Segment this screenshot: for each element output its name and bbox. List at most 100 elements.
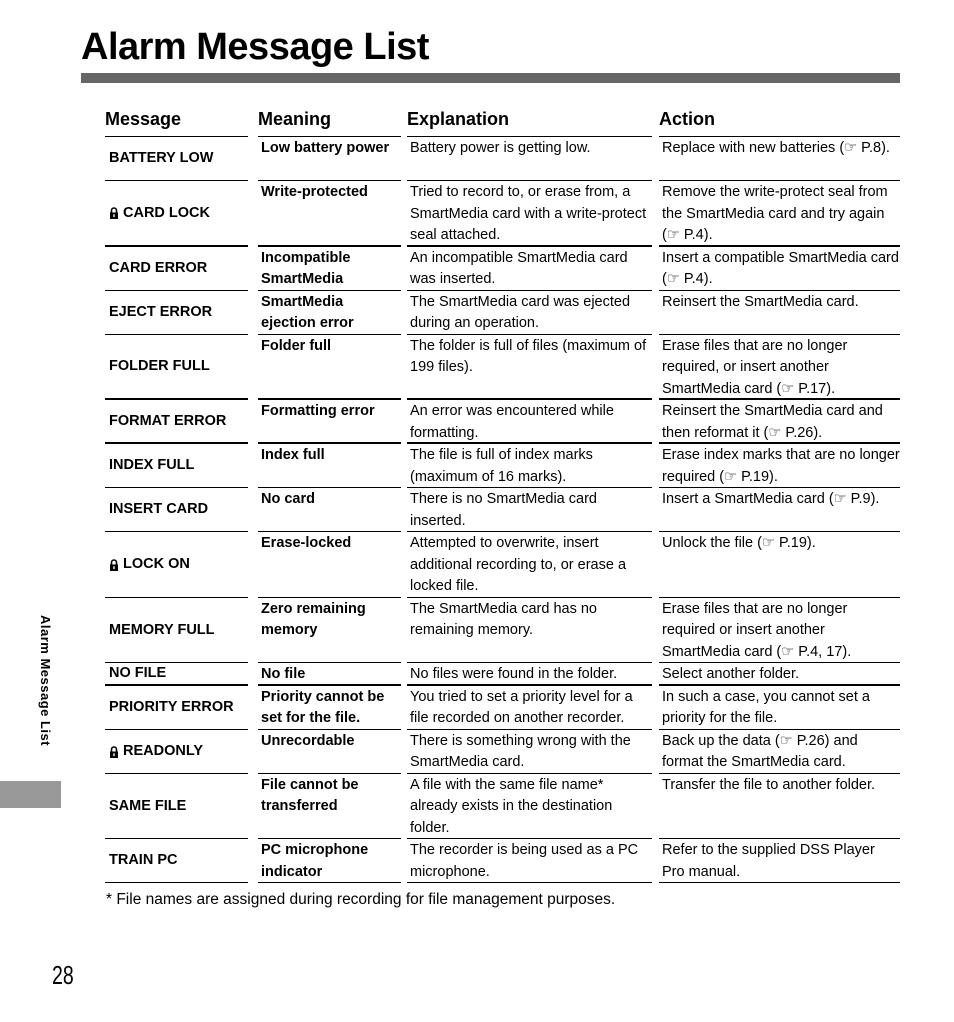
side-tab-marker: [0, 781, 61, 808]
message-cell: PRIORITY ERROR: [105, 686, 248, 730]
table-row: READONLY Unrecordable There is something w…: [105, 730, 900, 774]
message-cell: FOLDER FULL: [105, 335, 248, 400]
meaning-cell: Write-protected: [258, 181, 401, 247]
action-cell: Insert a SmartMedia card (☞ P.9).: [659, 488, 900, 532]
message-code: TRAIN PC: [109, 852, 178, 869]
message-cell: EJECT ERROR: [105, 291, 248, 335]
action-cell: Remove the write-protect seal from the S…: [659, 181, 900, 247]
message-code: INSERT CARD: [109, 501, 209, 518]
explanation-cell: The SmartMedia card was ejected during a…: [407, 291, 652, 335]
meaning-cell: PC microphone indicator: [258, 839, 401, 883]
meaning-cell: No card: [258, 488, 401, 532]
meaning-cell: Zero remaining memory: [258, 598, 401, 663]
table-row: FOLDER FULL Folder full The folder is full…: [105, 335, 900, 400]
table-body: BATTERY LOW Low battery power Battery powe…: [105, 137, 900, 883]
message-code: NO FILE: [109, 665, 167, 681]
explanation-cell: The folder is full of files (maximum of …: [407, 335, 652, 400]
meaning-cell: Unrecordable: [258, 730, 401, 774]
message-code: INDEX FULL: [109, 457, 195, 474]
message-code: MEMORY FULL: [109, 621, 215, 638]
side-tab-label: Alarm Message List: [38, 615, 53, 747]
table-row: PRIORITY ERROR Priority cannot be set for…: [105, 686, 900, 730]
lock-icon: [110, 558, 118, 571]
header-explanation: Explanation: [407, 106, 652, 137]
message-cell: TRAIN PC: [105, 839, 248, 883]
table-header: Message Meaning Explanation Action: [105, 106, 900, 137]
table-row: INSERT CARD No card There is no SmartMedia…: [105, 488, 900, 532]
lock-icon: [110, 745, 118, 758]
explanation-cell: The file is full of index marks (maximum…: [407, 444, 652, 488]
explanation-cell: The recorder is being used as a PC micro…: [407, 839, 652, 883]
header-meaning: Meaning: [258, 106, 401, 137]
page-title: Alarm Message List: [81, 26, 429, 68]
explanation-cell: No files were found in the folder.: [407, 663, 652, 686]
explanation-cell: An error was encountered while formattin…: [407, 400, 652, 444]
table-row: SAME FILE File cannot be transferred A fil…: [105, 774, 900, 839]
table-row: CARD ERROR Incompatible SmartMedia An inco…: [105, 247, 900, 291]
message-code: FORMAT ERROR: [109, 412, 227, 429]
table-row: FORMAT ERROR Formatting error An error was…: [105, 400, 900, 444]
message-cell: INDEX FULL: [105, 444, 248, 488]
message-cell: NO FILE: [105, 663, 248, 686]
table-row: MEMORY FULL Zero remaining memory The Smar…: [105, 598, 900, 663]
page-number: 28: [52, 960, 74, 990]
action-cell: Refer to the supplied DSS Player Pro man…: [659, 839, 900, 883]
message-code: BATTERY LOW: [109, 150, 214, 167]
explanation-cell: An incompatible SmartMedia card was inse…: [407, 247, 652, 291]
table-row: BATTERY LOW Low battery power Battery powe…: [105, 137, 900, 181]
message-cell: SAME FILE: [105, 774, 248, 839]
message-code: CARD ERROR: [109, 259, 208, 276]
action-cell: Erase files that are no longer required …: [659, 598, 900, 663]
explanation-cell: You tried to set a priority level for a …: [407, 686, 652, 730]
action-cell: Replace with new batteries (☞ P.8).: [659, 137, 900, 181]
table-row: TRAIN PC PC microphone indicator The recor…: [105, 839, 900, 883]
message-cell: READONLY: [105, 730, 248, 774]
message-cell: CARD ERROR: [105, 247, 248, 291]
message-cell: MEMORY FULL: [105, 598, 248, 663]
action-cell: Back up the data (☞ P.26) and format the…: [659, 730, 900, 774]
meaning-cell: Priority cannot be set for the file.: [258, 686, 401, 730]
explanation-cell: There is something wrong with the SmartM…: [407, 730, 652, 774]
message-cell: LOCK ON: [105, 532, 248, 598]
meaning-cell: Folder full: [258, 335, 401, 400]
table-row: CARD LOCK Write-protected Tried to record …: [105, 181, 900, 247]
title-rule: [81, 73, 900, 83]
explanation-cell: Battery power is getting low.: [407, 137, 652, 181]
message-code: SAME FILE: [109, 797, 187, 814]
action-cell: Transfer the file to another folder.: [659, 774, 900, 839]
explanation-cell: Attempted to overwrite, insert additiona…: [407, 532, 652, 598]
explanation-cell: There is no SmartMedia card inserted.: [407, 488, 652, 532]
table-row: INDEX FULL Index full The file is full of …: [105, 444, 900, 488]
meaning-cell: Index full: [258, 444, 401, 488]
explanation-cell: The SmartMedia card has no remaining mem…: [407, 598, 652, 663]
footnote: * File names are assigned during recordi…: [106, 891, 616, 908]
meaning-cell: File cannot be transferred: [258, 774, 401, 839]
message-cell: FORMAT ERROR: [105, 400, 248, 444]
message-cell: CARD LOCK: [105, 181, 248, 247]
message-code: PRIORITY ERROR: [109, 698, 234, 715]
action-cell: Reinsert the SmartMedia card and then re…: [659, 400, 900, 444]
table-row: LOCK ON Erase-locked Attempted to overwrit…: [105, 532, 900, 598]
explanation-cell: A file with the same file name* already …: [407, 774, 652, 839]
action-cell: Select another folder.: [659, 663, 900, 686]
meaning-cell: SmartMedia ejection error: [258, 291, 401, 335]
meaning-cell: No file: [258, 663, 401, 686]
action-cell: Reinsert the SmartMedia card.: [659, 291, 900, 335]
action-cell: Insert a compatible SmartMedia card (☞ P…: [659, 247, 900, 291]
meaning-cell: Formatting error: [258, 400, 401, 444]
message-code: READONLY: [123, 742, 204, 759]
header-action: Action: [659, 106, 900, 137]
message-code: CARD LOCK: [123, 204, 210, 221]
message-code: EJECT ERROR: [109, 303, 213, 320]
action-cell: In such a case, you cannot set a priorit…: [659, 686, 900, 730]
meaning-cell: Low battery power: [258, 137, 401, 181]
meaning-cell: Incompatible SmartMedia: [258, 247, 401, 291]
message-cell: BATTERY LOW: [105, 137, 248, 181]
meaning-cell: Erase-locked: [258, 532, 401, 598]
message-cell: INSERT CARD: [105, 488, 248, 532]
header-message: Message: [105, 106, 248, 137]
explanation-cell: Tried to record to, or erase from, a Sma…: [407, 181, 652, 247]
table-row: NO FILE No file No files were found in the…: [105, 663, 900, 686]
alarm-message-table: Message Meaning Explanation Action BATTE…: [105, 106, 900, 883]
table-row: EJECT ERROR SmartMedia ejection error The …: [105, 291, 900, 335]
